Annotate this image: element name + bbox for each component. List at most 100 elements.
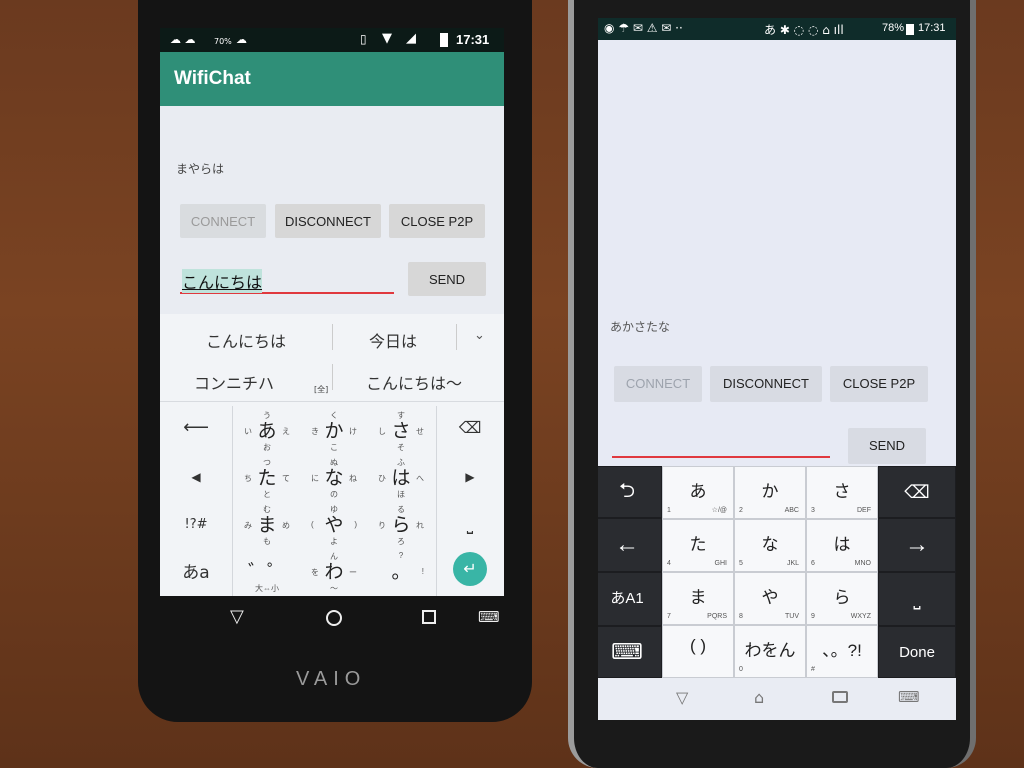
kana-key[interactable]: なぬのにね (301, 455, 367, 501)
kana-key[interactable]: ゛゜ 大⇔小 (234, 549, 300, 595)
kana-key-hint-t: ぬ (330, 458, 338, 467)
flick-key-number: 0 (739, 666, 743, 673)
flick-key[interactable]: ま 7 PQRS (662, 572, 734, 625)
send-button[interactable]: SEND (848, 428, 926, 464)
right-cursor-icon[interactable]: ▶ (436, 454, 504, 502)
flick-key[interactable]: ( ) (662, 625, 734, 678)
done-key[interactable]: Done (878, 626, 956, 678)
app-bar: WifiChat (160, 52, 504, 106)
right-nav-bar: ▽ ⌂ ⌨ (598, 678, 956, 720)
kana-key-hint-t: ? (398, 551, 404, 560)
divider (232, 406, 233, 596)
kana-key[interactable]: たつとちて (234, 455, 300, 501)
left-cursor-icon[interactable]: ◀ (160, 454, 232, 502)
flick-key[interactable]: た 4 GHI (662, 519, 734, 572)
undo-icon[interactable]: ⮌ (598, 466, 662, 518)
notification-icons: ◉ ☂ ✉ ⚠ ✉ ·· (604, 21, 683, 35)
right-arrow-icon[interactable]: → (878, 518, 956, 572)
mode-key[interactable]: あA1 (598, 572, 662, 626)
enter-icon[interactable]: ↵ (453, 552, 487, 586)
flick-key[interactable]: あ 1 ☆/@ (662, 466, 734, 519)
status-bar: ◉ ☂ ✉ ⚠ ✉ ·· あ ✱ ◌ ◌ ⌂ ıll 78% 17:31 (598, 18, 956, 40)
send-button[interactable]: SEND (408, 262, 486, 296)
space-icon[interactable]: ⎵ (878, 572, 956, 626)
candidate-3[interactable]: コンニチハ (194, 370, 274, 394)
flick-key-label: ま (689, 588, 707, 607)
keyboard-icon[interactable]: ⌨ (898, 688, 920, 706)
kana-key-label: 。 (391, 562, 411, 583)
kana-key-hint-r: れ (416, 521, 424, 530)
space-icon[interactable]: ⎵ (436, 502, 504, 550)
disconnect-button[interactable]: DISCONNECT (275, 204, 381, 238)
disconnect-button[interactable]: DISCONNECT (710, 366, 822, 402)
flick-key[interactable]: 、。?! # (806, 625, 878, 678)
kana-key[interactable]: らるろりれ (368, 502, 434, 548)
close-p2p-button[interactable]: CLOSE P2P (830, 366, 928, 402)
candidate-2[interactable]: 今日は (369, 328, 417, 352)
kana-key-hint-r: え (282, 427, 290, 436)
flick-key-label: 、。?! (822, 641, 862, 660)
cloud-icon: ☁ (236, 33, 247, 46)
flick-key[interactable]: か 2 ABC (734, 466, 806, 519)
candidate-1[interactable]: こんにちは (206, 328, 286, 352)
home-icon[interactable]: ⌂ (754, 688, 764, 707)
kana-key-hint-l: り (378, 521, 386, 530)
flick-key[interactable]: さ 3 DEF (806, 466, 878, 519)
kana-key[interactable]: あうおいえ (234, 408, 300, 454)
flick-key[interactable]: な 5 JKL (734, 519, 806, 572)
system-icons: あ ✱ ◌ ◌ ⌂ ıll (764, 23, 844, 37)
kana-key-hint-r: ね (349, 474, 357, 483)
candidate-4[interactable]: こんにちは〜 (366, 370, 462, 394)
kana-key-hint-b: ほ (397, 490, 405, 499)
flick-key-label: ら (833, 588, 851, 607)
kana-key-hint-l: ひ (378, 474, 386, 483)
kana-key[interactable]: まむもみめ (234, 502, 300, 548)
kana-key[interactable]: さすそしせ (368, 408, 434, 454)
chevron-down-icon[interactable]: ⌄ (474, 328, 485, 343)
undo-arrow-icon[interactable]: ⟵ (160, 406, 232, 454)
flick-key[interactable]: わをん 0 (734, 625, 806, 678)
back-icon[interactable]: ▽ (230, 606, 244, 627)
flick-key[interactable]: は 6 MNO (806, 519, 878, 572)
left-arrow-icon[interactable]: ← (598, 518, 662, 572)
kana-key[interactable]: わん〜をー (301, 549, 367, 595)
keyboard-emoji-icon[interactable]: ⌨ (598, 626, 662, 678)
flick-key[interactable]: や 8 TUV (734, 572, 806, 625)
kana-key-hint-r: ー (349, 568, 357, 577)
kana-key[interactable]: 。?! (368, 549, 434, 595)
keyboard-icon[interactable]: ⌨ (478, 608, 500, 626)
home-icon[interactable] (326, 610, 342, 626)
backspace-icon[interactable]: ⌫ (878, 466, 956, 518)
connect-button[interactable]: CONNECT (614, 366, 702, 402)
kana-key[interactable]: かくこきけ (301, 408, 367, 454)
kana-key[interactable]: やゆよ() (301, 502, 367, 548)
message-input[interactable] (612, 434, 830, 458)
mode-key[interactable]: あa (160, 550, 232, 596)
flick-key-label: わをん (744, 641, 796, 660)
kana-key-hint-r: ! (421, 567, 424, 576)
message-input[interactable]: こんにちは (180, 266, 394, 294)
flick-key-alpha: WXYZ (850, 613, 871, 620)
kana-key-hint-b: こ (330, 443, 338, 452)
recents-icon[interactable] (422, 610, 436, 624)
back-icon[interactable]: ▽ (676, 688, 688, 707)
divider (456, 324, 457, 350)
kana-key-hint-t: む (263, 505, 271, 514)
kana-key-hint-r: め (282, 521, 290, 530)
close-p2p-button[interactable]: CLOSE P2P (389, 204, 485, 238)
kana-key-hint-t: る (397, 505, 405, 514)
kana-key-hint-r: て (282, 474, 290, 483)
recents-icon[interactable] (832, 691, 848, 703)
flick-key[interactable]: ら 9 WXYZ (806, 572, 878, 625)
flick-key-number: 2 (739, 507, 743, 514)
signal-icon: ◢ (406, 31, 416, 46)
flick-key-number: 1 (667, 507, 671, 514)
kana-key-hint-l: み (244, 521, 252, 530)
backspace-icon[interactable]: ⌫ (436, 406, 504, 454)
kana-key[interactable]: はふほひへ (368, 455, 434, 501)
kana-key-hint-b: ろ (397, 537, 405, 546)
connect-button[interactable]: CONNECT (180, 204, 266, 238)
symbols-key[interactable]: !?# (160, 502, 232, 550)
flick-key-label: か (761, 482, 779, 501)
brand-logo: VAIO (296, 668, 367, 690)
